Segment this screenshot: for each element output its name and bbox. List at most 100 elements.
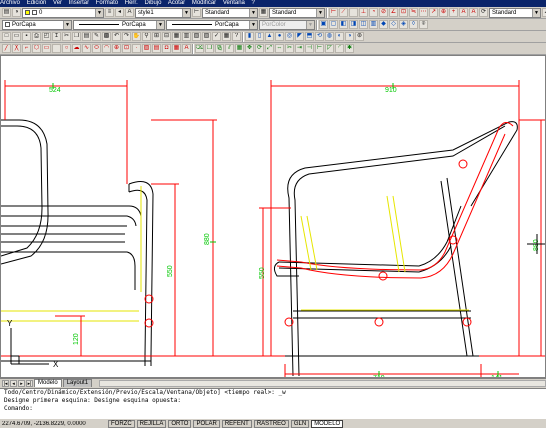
tolerance-icon[interactable]: ⊕ bbox=[439, 8, 448, 17]
properties-icon[interactable]: ▦ bbox=[172, 32, 181, 41]
pan-icon[interactable]: ✋ bbox=[132, 32, 141, 41]
ellipse-arc-icon[interactable]: ◠ bbox=[102, 44, 111, 53]
zoom-window-icon[interactable]: ⊞ bbox=[152, 32, 161, 41]
next-tab-icon[interactable]: ▸ bbox=[18, 380, 25, 387]
spline-icon[interactable]: ∿ bbox=[82, 44, 91, 53]
dim-baseline-icon[interactable]: ≒ bbox=[409, 8, 418, 17]
view-ne-iso-icon[interactable]: ◈ bbox=[399, 20, 408, 29]
text-style-icon[interactable]: A bbox=[125, 8, 134, 17]
insert-block-icon[interactable]: ⊕ bbox=[112, 44, 121, 53]
layer-state-icon[interactable]: ◑ bbox=[12, 8, 21, 17]
match-properties-icon[interactable]: ✎ bbox=[92, 32, 101, 41]
view-sw-iso-icon[interactable]: ◆ bbox=[379, 20, 388, 29]
multiline-text-icon[interactable]: A bbox=[182, 44, 191, 53]
revision-cloud-icon[interactable]: ☁ bbox=[72, 44, 81, 53]
menu-herr[interactable]: Herr. bbox=[125, 0, 138, 6]
hatch-icon[interactable]: ▨ bbox=[142, 44, 151, 53]
menu-edicion[interactable]: Edición bbox=[27, 0, 47, 6]
drawing-area[interactable]: 524 880 550 120 910 550 Y X bbox=[0, 55, 546, 378]
layer-manager-icon[interactable]: ▤ bbox=[2, 8, 11, 17]
grid-toggle[interactable]: REJILLA bbox=[136, 419, 167, 428]
line-icon[interactable]: ╱ bbox=[2, 44, 11, 53]
open-file-icon[interactable]: ▭ bbox=[12, 32, 21, 41]
ortho-toggle[interactable]: ORTO bbox=[168, 419, 192, 428]
redo-icon[interactable]: ↷ bbox=[122, 32, 131, 41]
layer-previous-icon[interactable]: ◂ bbox=[115, 8, 124, 17]
3d-extrude-icon[interactable]: ⬒ bbox=[305, 32, 314, 41]
tab-layout1[interactable]: Layout1 bbox=[62, 379, 93, 387]
view-right-icon[interactable]: ◨ bbox=[349, 20, 358, 29]
paste-icon[interactable]: ▤ bbox=[82, 32, 91, 41]
3d-cylinder-icon[interactable]: ▯ bbox=[255, 32, 264, 41]
camera-icon[interactable]: ⌾ bbox=[419, 20, 428, 29]
view-back-icon[interactable]: ▥ bbox=[369, 20, 378, 29]
dim-style-manager-icon[interactable]: ⊿ bbox=[542, 8, 546, 17]
stretch-icon[interactable]: ⇔ bbox=[275, 44, 284, 53]
scale-icon[interactable]: ⤢ bbox=[265, 44, 274, 53]
zoom-realtime-icon[interactable]: ⚲ bbox=[142, 32, 151, 41]
3d-union-icon[interactable]: ◍ bbox=[325, 32, 334, 41]
cut-icon[interactable]: ✂ bbox=[62, 32, 71, 41]
plot-style-dropdown[interactable]: Standard ▼ bbox=[489, 7, 541, 18]
dim-continue-icon[interactable]: ⋯ bbox=[419, 8, 428, 17]
markup-icon[interactable]: ✓ bbox=[212, 32, 221, 41]
view-bottom-icon[interactable]: ▢ bbox=[329, 20, 338, 29]
block-editor-icon[interactable]: ▩ bbox=[102, 32, 111, 41]
menu-insertar[interactable]: Insertar bbox=[69, 0, 89, 6]
circle-icon[interactable]: ○ bbox=[62, 44, 71, 53]
dim-update-icon[interactable]: ⟳ bbox=[479, 8, 488, 17]
3d-subtract-icon[interactable]: ◐ bbox=[335, 32, 344, 41]
center-mark-icon[interactable]: + bbox=[449, 8, 458, 17]
dim-edit-icon[interactable]: A bbox=[459, 8, 468, 17]
osnap-toggle[interactable]: REFENT bbox=[221, 419, 252, 428]
table-style-dropdown[interactable]: Standard ▼ bbox=[269, 7, 325, 18]
dim-style-icon[interactable]: ⊢ bbox=[192, 8, 201, 17]
color-dropdown[interactable]: PorCapa ▼ bbox=[2, 19, 72, 30]
view-left-icon[interactable]: ◧ bbox=[339, 20, 348, 29]
copy-object-icon[interactable]: ❐ bbox=[205, 44, 214, 53]
polar-toggle[interactable]: POLAR bbox=[193, 419, 220, 428]
arc-icon[interactable]: ⌒ bbox=[52, 44, 61, 53]
dim-linear-icon[interactable]: ⊢ bbox=[329, 8, 338, 17]
3d-cone-icon[interactable]: ▲ bbox=[265, 32, 274, 41]
gradient-icon[interactable]: ▤ bbox=[152, 44, 161, 53]
extend-icon[interactable]: ⇥ bbox=[295, 44, 304, 53]
lwt-toggle[interactable]: GLN bbox=[290, 419, 310, 428]
coordinate-readout[interactable]: 2274.6709, -2136.8229, 0.0000 bbox=[2, 421, 106, 427]
dim-diameter-icon[interactable]: ⊘ bbox=[379, 8, 388, 17]
dim-radius-icon[interactable]: ◔ bbox=[369, 8, 378, 17]
ellipse-icon[interactable]: ⬭ bbox=[92, 44, 101, 53]
prev-tab-icon[interactable]: ◂ bbox=[10, 380, 17, 387]
menu-ventana[interactable]: Ventana bbox=[223, 0, 245, 6]
text-style-dropdown[interactable]: style1 ▼ bbox=[135, 7, 191, 18]
make-object-layer-current-icon[interactable]: ≡ bbox=[105, 8, 114, 17]
view-se-iso-icon[interactable]: ◇ bbox=[389, 20, 398, 29]
move-icon[interactable]: ✥ bbox=[245, 44, 254, 53]
polyline-icon[interactable]: ⌐ bbox=[22, 44, 31, 53]
construction-line-icon[interactable]: ╳ bbox=[12, 44, 21, 53]
3d-box-icon[interactable]: ▮ bbox=[245, 32, 254, 41]
3d-revolve-icon[interactable]: ⟲ bbox=[315, 32, 324, 41]
3d-sphere-icon[interactable]: ● bbox=[275, 32, 284, 41]
design-center-icon[interactable]: ▥ bbox=[182, 32, 191, 41]
dim-angular-icon[interactable]: ∠ bbox=[389, 8, 398, 17]
menu-acotar[interactable]: Acotar bbox=[168, 0, 185, 6]
join-icon[interactable]: ⊢ bbox=[315, 44, 324, 53]
3d-intersect-icon[interactable]: ◑ bbox=[345, 32, 354, 41]
menu-ayuda[interactable]: ? bbox=[252, 0, 255, 6]
fillet-icon[interactable]: ◜ bbox=[335, 44, 344, 53]
dim-text-edit-icon[interactable]: Ā bbox=[469, 8, 478, 17]
dim-aligned-icon[interactable]: ⟋ bbox=[339, 8, 348, 17]
chamfer-icon[interactable]: ◸ bbox=[325, 44, 334, 53]
break-icon[interactable]: ⊣ bbox=[305, 44, 314, 53]
region-icon[interactable]: ◘ bbox=[162, 44, 171, 53]
trim-icon[interactable]: ✂ bbox=[285, 44, 294, 53]
erase-icon[interactable]: ⌫ bbox=[195, 44, 204, 53]
snap-toggle[interactable]: FORZC bbox=[108, 419, 135, 428]
explode-icon[interactable]: ✱ bbox=[345, 44, 354, 53]
dim-ordinate-icon[interactable]: ⊥ bbox=[359, 8, 368, 17]
command-line[interactable]: Todo/Centro/Dinámico/Extensión/Previo/Es… bbox=[0, 388, 546, 418]
mirror-icon[interactable]: ⧎ bbox=[215, 44, 224, 53]
leader-icon[interactable]: ↗ bbox=[429, 8, 438, 17]
polygon-icon[interactable]: ⬡ bbox=[32, 44, 41, 53]
